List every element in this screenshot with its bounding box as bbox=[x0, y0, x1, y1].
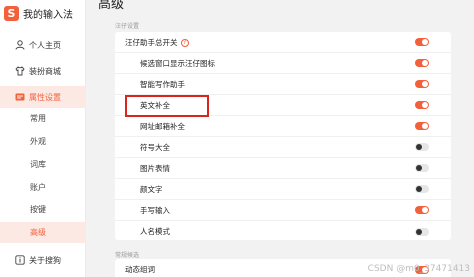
row-label: 动态组词 bbox=[125, 265, 155, 274]
row-label: 颜文字 bbox=[140, 184, 163, 194]
section-label-candidates: 常规候选 bbox=[115, 252, 140, 259]
shirt-icon bbox=[14, 66, 25, 77]
toggle-switch[interactable] bbox=[415, 143, 429, 151]
sidebar-subitem-dictionary[interactable]: 词库 bbox=[0, 154, 86, 175]
sidebar-subitem-advanced[interactable]: 高级 bbox=[0, 222, 86, 243]
settings-row: 手写输入 bbox=[115, 200, 451, 221]
app-title: 我的输入法 bbox=[23, 9, 73, 21]
sidebar-subitem-label: 按键 bbox=[30, 205, 46, 214]
row-label: 候选窗口显示汪仔图标 bbox=[140, 58, 215, 68]
sidebar-item-label: 关于搜狗 bbox=[29, 255, 61, 265]
sidebar-item-shop[interactable]: 装扮商城 bbox=[0, 60, 86, 82]
sidebar-subitem-label: 常用 bbox=[30, 114, 46, 123]
row-label: 智能写作助手 bbox=[140, 79, 185, 89]
toggle-switch[interactable] bbox=[415, 101, 429, 109]
wangzai-settings-card: 汪仔助手总开关? 候选窗口显示汪仔图标 智能写作助手 英文补全 网址邮箱补全 符… bbox=[115, 32, 451, 240]
toggle-switch[interactable] bbox=[415, 227, 429, 236]
sidebar-item-home[interactable]: 个人主页 bbox=[0, 34, 86, 56]
settings-row: 智能写作助手 bbox=[115, 74, 451, 95]
sidebar-item-settings[interactable]: 属性设置 bbox=[0, 86, 86, 108]
sidebar-subitem-account[interactable]: 账户 bbox=[0, 177, 86, 198]
sidebar-subitem-label: 词库 bbox=[30, 160, 46, 169]
sidebar-subitem-appearance[interactable]: 外观 bbox=[0, 131, 86, 152]
sidebar-item-label: 个人主页 bbox=[29, 40, 61, 50]
settings-row: 符号大全 bbox=[115, 137, 451, 158]
sidebar-subitem-label: 外观 bbox=[30, 137, 46, 146]
toggle-switch[interactable] bbox=[415, 80, 429, 88]
highlight-annotation-box bbox=[125, 95, 209, 117]
row-label: 汪仔助手总开关? bbox=[125, 37, 189, 48]
sidebar-subitem-label: 账户 bbox=[30, 183, 46, 192]
row-label: 人名模式 bbox=[140, 227, 170, 236]
sidebar-item-about[interactable]: 关于搜狗 bbox=[0, 249, 86, 271]
master-toggle[interactable] bbox=[415, 38, 429, 46]
row-label: 符号大全 bbox=[140, 142, 170, 152]
settings-row: 颜文字 bbox=[115, 179, 451, 200]
master-switch-label: 汪仔助手总开关 bbox=[125, 37, 178, 47]
sidebar-subitem-common[interactable]: 常用 bbox=[0, 108, 86, 129]
sidebar-subitem-label: 高级 bbox=[30, 228, 46, 237]
page-title: 高级 bbox=[98, 0, 125, 12]
row-label: 网址邮箱补全 bbox=[140, 121, 185, 131]
settings-row: 人名模式 bbox=[115, 221, 451, 242]
sidebar: S 我的输入法 个人主页 装扮商城 属性设置 常用 外观 词库 账户 按键 高级… bbox=[0, 0, 86, 277]
section-label-wangzai: 汪仔设置 bbox=[115, 23, 140, 30]
toggle-switch[interactable] bbox=[415, 206, 429, 214]
app-brand: S 我的输入法 bbox=[4, 3, 73, 23]
row-label: 图片表情 bbox=[140, 163, 170, 173]
settings-row-master: 汪仔助手总开关? bbox=[115, 32, 451, 53]
sidebar-item-label: 装扮商城 bbox=[29, 66, 61, 76]
help-icon[interactable]: ? bbox=[180, 38, 189, 47]
info-icon bbox=[14, 255, 25, 266]
toggle-switch[interactable] bbox=[415, 59, 429, 67]
settings-row: 候选窗口显示汪仔图标 bbox=[115, 53, 451, 74]
settings-row: 网址邮箱补全 bbox=[115, 116, 451, 137]
user-icon bbox=[14, 40, 25, 51]
sidebar-subitem-keys[interactable]: 按键 bbox=[0, 199, 86, 220]
watermark: CSDN @m0_37471413 bbox=[367, 264, 470, 274]
main-panel: 高级 汪仔设置 汪仔助手总开关? 候选窗口显示汪仔图标 智能写作助手 英文补全 … bbox=[86, 0, 474, 277]
toggle-switch[interactable] bbox=[415, 122, 429, 130]
sogou-logo-icon: S bbox=[4, 5, 19, 21]
toggle-switch[interactable] bbox=[415, 185, 429, 193]
settings-row: 图片表情 bbox=[115, 158, 451, 179]
sidebar-item-label: 属性设置 bbox=[29, 92, 61, 102]
toggle-switch[interactable] bbox=[415, 164, 429, 172]
settings-icon bbox=[14, 92, 25, 103]
row-label: 手写输入 bbox=[140, 205, 170, 215]
